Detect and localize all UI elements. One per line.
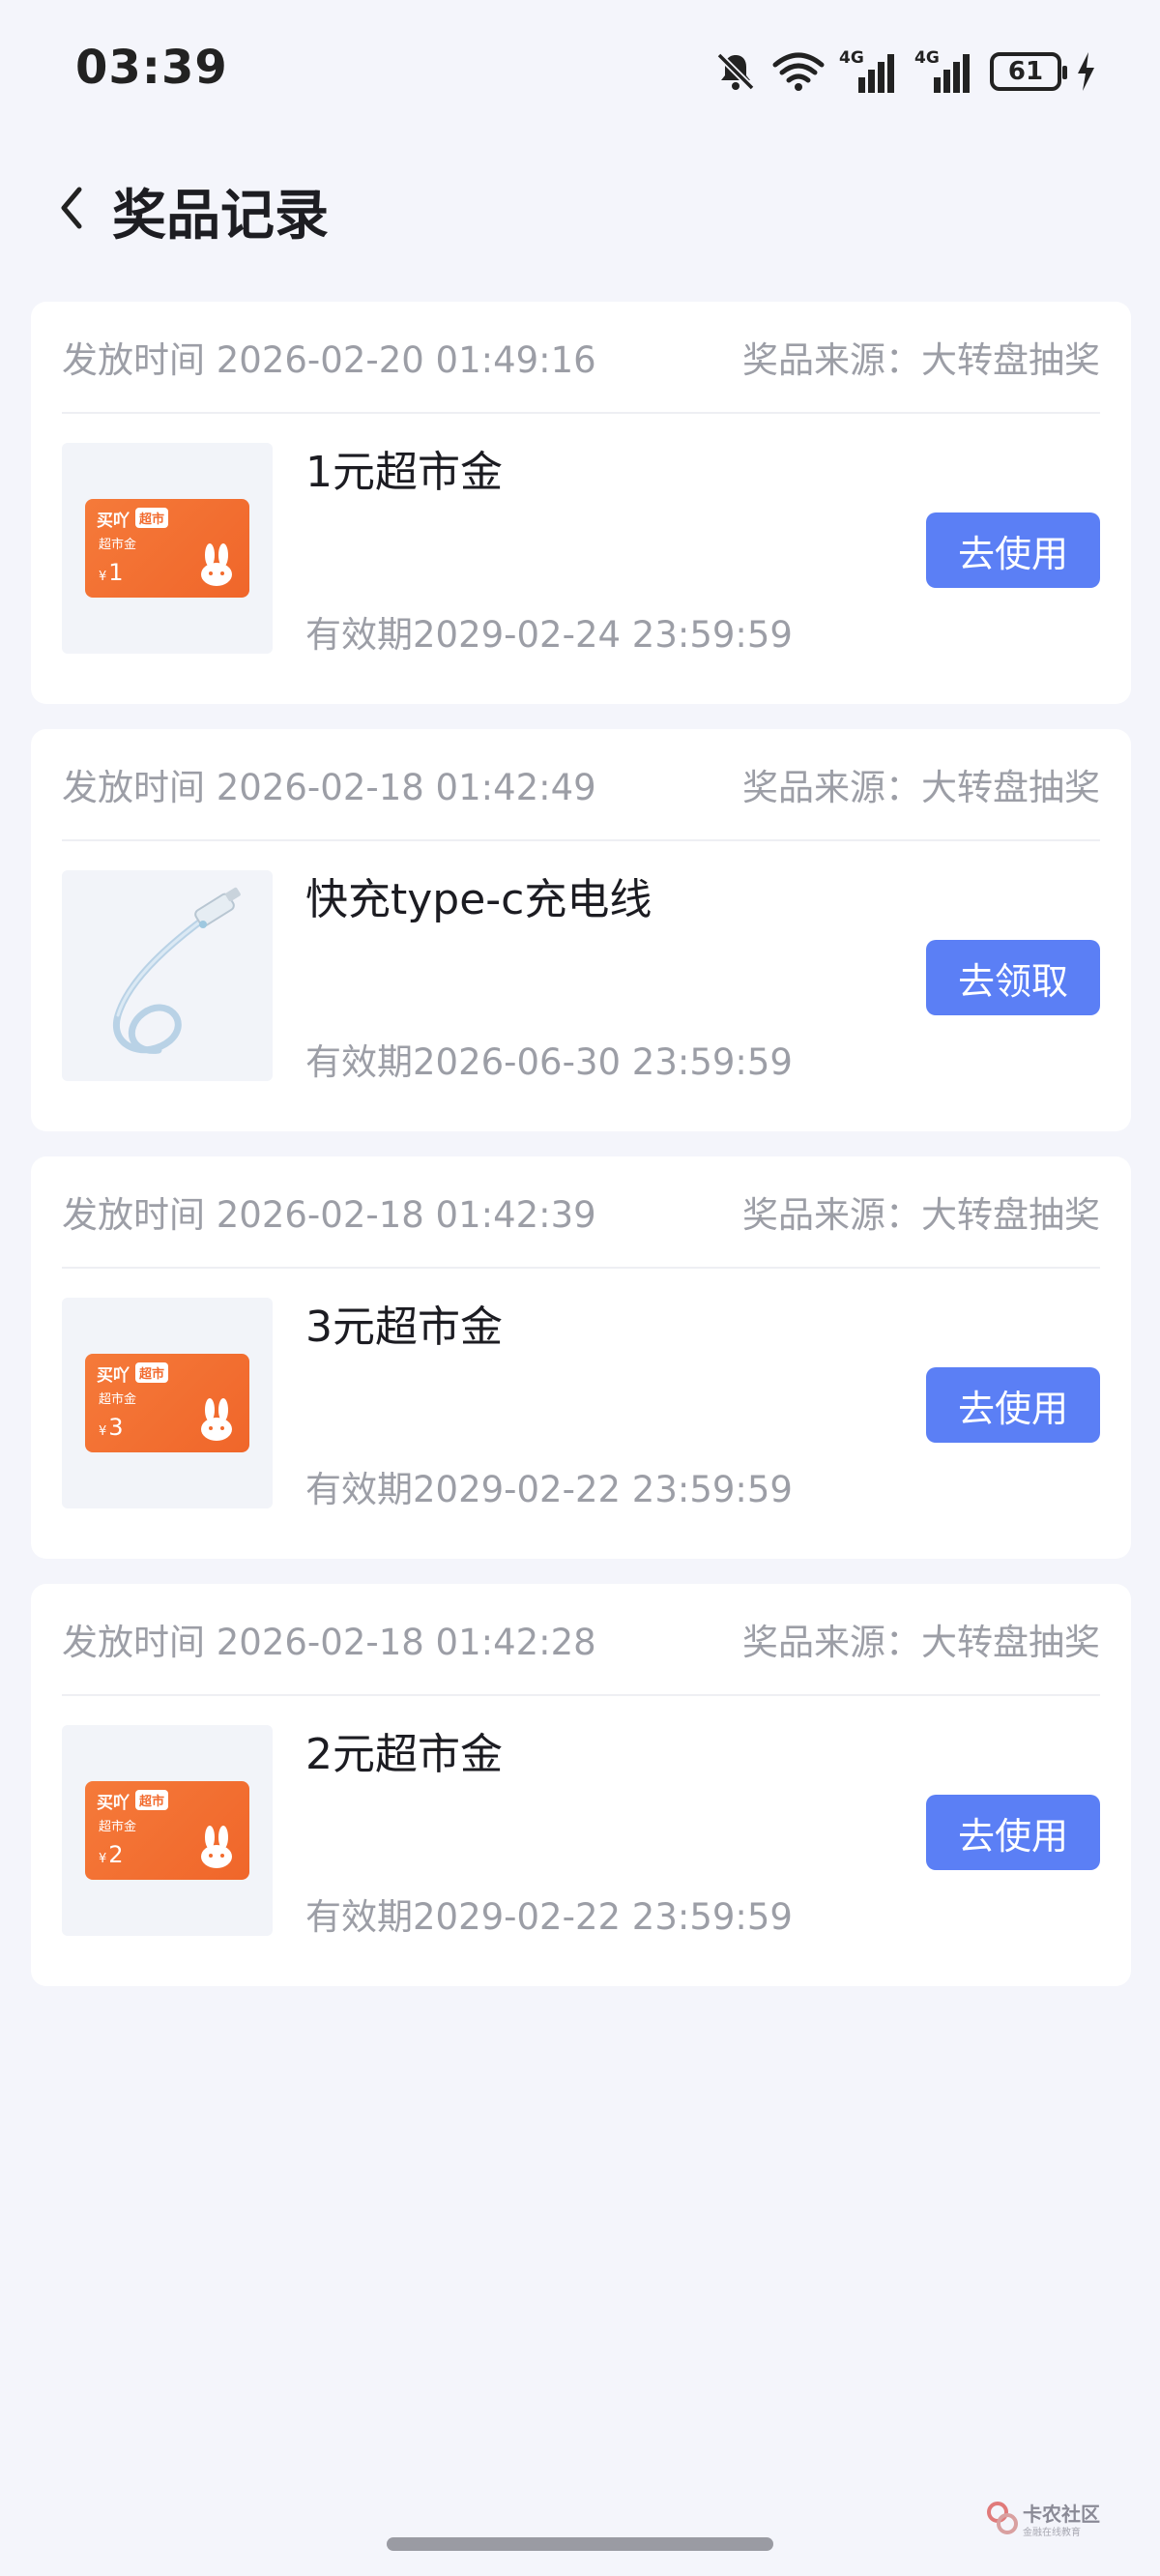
- use-button[interactable]: 去使用: [926, 1795, 1100, 1870]
- claim-button[interactable]: 去领取: [926, 940, 1100, 1015]
- prize-validity: 有效期2029-02-24 23:59:59: [305, 614, 793, 656]
- currency-symbol: ¥: [99, 1852, 107, 1866]
- mute-bell-icon: [713, 49, 758, 94]
- status-bar: 03:39 4G 4G 61: [0, 0, 1160, 135]
- coupon-value: 2: [108, 1841, 124, 1868]
- charging-bolt-icon: [1075, 50, 1096, 93]
- bunny-icon: [197, 1398, 236, 1445]
- battery-level: 61: [1007, 57, 1044, 86]
- supermarket-coupon-image: 买吖 超市 超市金 ¥1: [85, 499, 249, 598]
- home-indicator[interactable]: [387, 2537, 773, 2551]
- coupon-amount: ¥1: [99, 559, 124, 586]
- issue-time: 发放时间 2026-02-18 01:42:39: [62, 1194, 596, 1236]
- bunny-icon: [197, 1826, 236, 1872]
- prize-name: 快充type-c充电线: [305, 875, 652, 924]
- status-time: 03:39: [75, 41, 228, 95]
- cellular-signal-1-icon: 4G: [839, 48, 901, 95]
- prize-validity: 有效期2029-02-22 23:59:59: [305, 1469, 793, 1510]
- prize-record-card: 发放时间 2026-02-18 01:42:39 奖品来源：大转盘抽奖 买吖 超…: [31, 1156, 1131, 1559]
- prize-source: 奖品来源：大转盘抽奖: [742, 767, 1100, 808]
- prize-record-card: 发放时间 2026-02-18 01:42:28 奖品来源：大转盘抽奖 买吖 超…: [31, 1584, 1131, 1986]
- back-button[interactable]: [43, 176, 101, 240]
- watermark-title: 卡农社区: [1023, 2503, 1100, 2526]
- card-header: 发放时间 2026-02-20 01:49:16 奖品来源：大转盘抽奖: [62, 302, 1100, 414]
- issue-time: 发放时间 2026-02-18 01:42:49: [62, 767, 596, 808]
- prize-thumbnail: 买吖 超市 超市金 ¥2: [62, 1725, 273, 1936]
- coupon-tag: 超市: [135, 1362, 169, 1383]
- issue-time: 发放时间 2026-02-20 01:49:16: [62, 339, 596, 381]
- prize-validity: 有效期2026-06-30 23:59:59: [305, 1041, 793, 1083]
- prize-record-list: 发放时间 2026-02-20 01:49:16 奖品来源：大转盘抽奖 买吖 超…: [31, 302, 1131, 2011]
- page-title: 奖品记录: [112, 185, 329, 248]
- prize-source: 奖品来源：大转盘抽奖: [742, 1622, 1100, 1663]
- prize-source: 奖品来源：大转盘抽奖: [742, 339, 1100, 381]
- supermarket-coupon-image: 买吖 超市 超市金 ¥2: [85, 1781, 249, 1880]
- use-button[interactable]: 去使用: [926, 512, 1100, 588]
- coupon-amount: ¥3: [99, 1414, 124, 1441]
- card-header: 发放时间 2026-02-18 01:42:39 奖品来源：大转盘抽奖: [62, 1156, 1100, 1269]
- nav-header: 奖品记录: [0, 155, 1160, 261]
- watermark-subtitle: 金融在线教育: [1023, 2528, 1081, 2538]
- prize-name: 2元超市金: [305, 1730, 503, 1779]
- coupon-brand: 买吖: [97, 1794, 130, 1813]
- cellular-signal-2-icon: 4G: [914, 48, 976, 95]
- status-icons: 4G 4G 61: [713, 43, 1096, 101]
- wifi-icon: [771, 49, 826, 94]
- bunny-icon: [197, 543, 236, 590]
- prize-source: 奖品来源：大转盘抽奖: [742, 1194, 1100, 1236]
- currency-symbol: ¥: [99, 570, 107, 584]
- watermark-logo: 卡农社区 金融在线教育: [986, 2499, 1102, 2541]
- use-button[interactable]: 去使用: [926, 1367, 1100, 1443]
- prize-name: 3元超市金: [305, 1303, 503, 1352]
- coupon-value: 1: [108, 559, 124, 586]
- card-header: 发放时间 2026-02-18 01:42:49 奖品来源：大转盘抽奖: [62, 729, 1100, 841]
- currency-symbol: ¥: [99, 1424, 107, 1439]
- coupon-tag: 超市: [135, 508, 169, 528]
- chevron-left-icon: [61, 187, 82, 229]
- prize-record-card: 发放时间 2026-02-18 01:42:49 奖品来源：大转盘抽奖 快充ty…: [31, 729, 1131, 1131]
- coupon-sub: 超市金: [99, 1820, 137, 1834]
- prize-record-card: 发放时间 2026-02-20 01:49:16 奖品来源：大转盘抽奖 买吖 超…: [31, 302, 1131, 704]
- card-header: 发放时间 2026-02-18 01:42:28 奖品来源：大转盘抽奖: [62, 1584, 1100, 1696]
- coupon-tag: 超市: [135, 1790, 169, 1810]
- prize-validity: 有效期2029-02-22 23:59:59: [305, 1896, 793, 1938]
- prize-thumbnail: 买吖 超市 超市金 ¥1: [62, 443, 273, 654]
- battery-icon: 61: [990, 52, 1067, 91]
- coupon-amount: ¥2: [99, 1841, 124, 1868]
- coupon-brand: 买吖: [97, 512, 130, 531]
- prize-thumbnail: 买吖 超市 超市金 ¥3: [62, 1298, 273, 1508]
- issue-time: 发放时间 2026-02-18 01:42:28: [62, 1622, 596, 1663]
- coupon-brand: 买吖: [97, 1366, 130, 1386]
- coupon-sub: 超市金: [99, 1392, 137, 1407]
- coupon-value: 3: [108, 1414, 124, 1441]
- prize-thumbnail: [62, 870, 273, 1081]
- prize-name: 1元超市金: [305, 448, 503, 497]
- supermarket-coupon-image: 买吖 超市 超市金 ¥3: [85, 1354, 249, 1452]
- watermark-icon: [987, 2502, 1018, 2534]
- charging-cable-image: [112, 887, 241, 1054]
- coupon-sub: 超市金: [99, 538, 137, 552]
